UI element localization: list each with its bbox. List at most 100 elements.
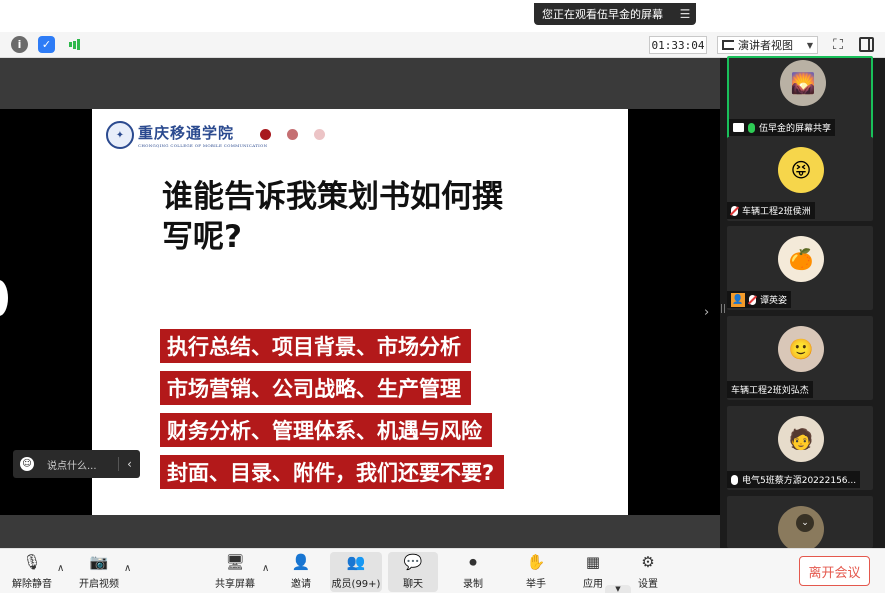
bullet-4: 封面、目录、附件，我们还要不要? [160,455,505,489]
participant-tile[interactable]: 🧑 电气5班蔡方源20222156... [727,406,873,490]
chevron-down-icon: ▼ [806,40,813,50]
decorative-dots [260,129,341,140]
emoji-icon[interactable]: ☺ [20,457,34,471]
quick-chat-input[interactable]: ☺ 说点什么... ‹ [13,450,140,478]
gear-icon: ⚙ [641,553,655,571]
chevron-down-icon[interactable]: ⌄ [796,514,814,532]
participant-name: 车辆工程2班侯洲 [742,207,811,217]
speaker-view-icon [722,40,734,50]
mic-muted-icon [749,294,756,305]
slide-title-line-2: 写呢? [162,219,242,255]
school-name-en: CHONGQING COLLEGE OF MOBILE COMMUNICATIO… [138,143,268,148]
invite-button[interactable]: 👤 邀请 [286,552,316,592]
gallery-resize-handle[interactable]: || [720,304,726,324]
chevron-right-icon[interactable]: › [704,305,709,320]
mic-on-icon [748,122,755,133]
raise-hand-label: 举手 [526,579,546,590]
dot-3 [314,129,325,140]
presentation-slide: ✦ 重庆移通学院 CHONGQING COLLEGE OF MOBILE COM… [92,109,628,515]
avatar: 🧑 [778,416,824,462]
view-mode-label: 演讲者视图 [738,39,793,52]
menu-icon[interactable]: ☰ [674,7,696,21]
shared-screen-area: ✦ 重庆移通学院 CHONGQING COLLEGE OF MOBILE COM… [0,58,720,548]
participant-tile[interactable]: 😝 车辆工程2班侯洲 [727,137,873,221]
participant-label: 伍早金的屏幕共享 [729,119,836,136]
apps-label: 应用 [583,579,603,590]
participant-name: 谭英姿 [760,296,788,306]
participant-tile[interactable]: 🙂 车辆工程2班刘弘杰 [727,316,873,400]
raise-hand-button[interactable]: ✋ 举手 [521,552,551,592]
signal-icon[interactable] [66,36,83,53]
video-options-caret-icon[interactable]: ∧ [124,563,131,574]
slide-title-line-1: 谁能告诉我策划书如何撰 [162,179,503,215]
participant-tile[interactable]: ⌄ [727,496,873,552]
unmute-label: 解除静音 [12,579,52,590]
dot-1 [260,129,271,140]
top-banner: 您正在观看伍早金的屏幕 ☰ [0,0,885,32]
chat-placeholder: 说点什么... [47,460,97,472]
mic-muted-icon: 🎙 [22,553,42,571]
chat-button[interactable]: 💬 聊天 [388,552,438,592]
avatar: 🙂 [778,326,824,372]
share-screen-label: 共享屏幕 [215,579,255,590]
mic-icon [731,474,738,485]
members-label: 成员(99+) [331,579,381,590]
participant-name: 车辆工程2班刘弘杰 [731,386,809,396]
share-screen-button[interactable]: 🖥 共享屏幕 [214,552,256,592]
apps-button[interactable]: ▦ 应用 [578,552,608,592]
participant-gallery: || 🌄 伍早金的屏幕共享 😝 车辆工程2班侯洲 🍊 👤 谭英姿 🙂 车辆工程2… [720,56,885,552]
info-icon[interactable]: i [11,36,28,53]
add-person-icon: 👤 [291,553,311,571]
settings-button[interactable]: ⚙ 设置 [633,552,663,592]
avatar: 😝 [778,147,824,193]
audio-options-caret-icon[interactable]: ∧ [57,563,64,574]
meeting-toolbar: i ✓ 01:33:04 演讲者视图 ▼ ⛶ [0,32,885,58]
participant-name: 电气5班蔡方源20222156... [742,476,857,486]
viewing-indicator[interactable]: 您正在观看伍早金的屏幕 ☰ [534,3,696,25]
bullet-3: 财务分析、管理体系、机遇与风险 [160,413,492,447]
chevron-left-icon[interactable]: ‹ [118,457,140,471]
avatar: 🌄 [780,60,826,106]
school-name: 重庆移通学院 [138,124,235,142]
leave-meeting-button[interactable]: 离开会议 [799,556,870,586]
chat-label: 聊天 [403,579,423,590]
more-caret-icon[interactable]: ▼ [605,585,631,593]
participant-name: 伍早金的屏幕共享 [759,124,832,134]
participant-tile[interactable]: 🌄 伍早金的屏幕共享 [727,56,873,140]
members-icon: 👥 [346,553,366,571]
share-screen-icon: 🖥 [225,553,245,571]
record-label: 录制 [463,579,483,590]
apps-icon: ▦ [585,553,601,571]
meeting-window: 您正在观看伍早金的屏幕 ☰ i ✓ 01:33:04 演讲者视图 ▼ ⛶ ✦ 重… [0,0,885,593]
start-video-button[interactable]: 📷 开启视频 [78,552,120,592]
start-video-label: 开启视频 [79,579,119,590]
hand-icon: ✋ [526,553,546,571]
share-options-caret-icon[interactable]: ∧ [262,563,269,574]
chat-icon: 💬 [403,553,423,571]
participant-label: 电气5班蔡方源20222156... [727,471,861,488]
members-button[interactable]: 👥 成员(99+) [330,552,382,592]
shield-icon[interactable]: ✓ [38,36,55,53]
video-off-icon: 📷 [89,553,109,571]
view-mode-select[interactable]: 演讲者视图 ▼ [717,36,818,54]
school-logo: ✦ 重庆移通学院 CHONGQING COLLEGE OF MOBILE COM… [106,121,267,149]
participant-label: 👤 谭英姿 [727,291,792,308]
participant-label: 车辆工程2班刘弘杰 [727,381,813,398]
meeting-timer: 01:33:04 [649,36,707,54]
avatar: 🍊 [778,236,824,282]
record-icon: ⏺ [469,553,477,571]
participant-tile[interactable]: 🍊 👤 谭英姿 [727,226,873,310]
slide-title: 谁能告诉我策划书如何撰 写呢? [162,177,562,257]
bullet-2: 市场营销、公司战略、生产管理 [160,371,471,405]
meeting-controls: 🎙 解除静音 ∧ 📷 开启视频 ∧ 🖥 共享屏幕 ∧ 👤 邀请 👥 成员(99+… [0,548,885,593]
record-button[interactable]: ⏺ 录制 [458,552,488,592]
dot-2 [287,129,298,140]
panel-icon[interactable] [859,37,874,52]
screen-share-icon [733,123,744,132]
unmute-button[interactable]: 🎙 解除静音 [12,552,52,592]
fullscreen-icon[interactable]: ⛶ [830,37,846,53]
invite-label: 邀请 [291,579,311,590]
bullet-1: 执行总结、项目背景、市场分析 [160,329,471,363]
settings-label: 设置 [638,579,658,590]
mic-muted-icon [731,205,738,216]
